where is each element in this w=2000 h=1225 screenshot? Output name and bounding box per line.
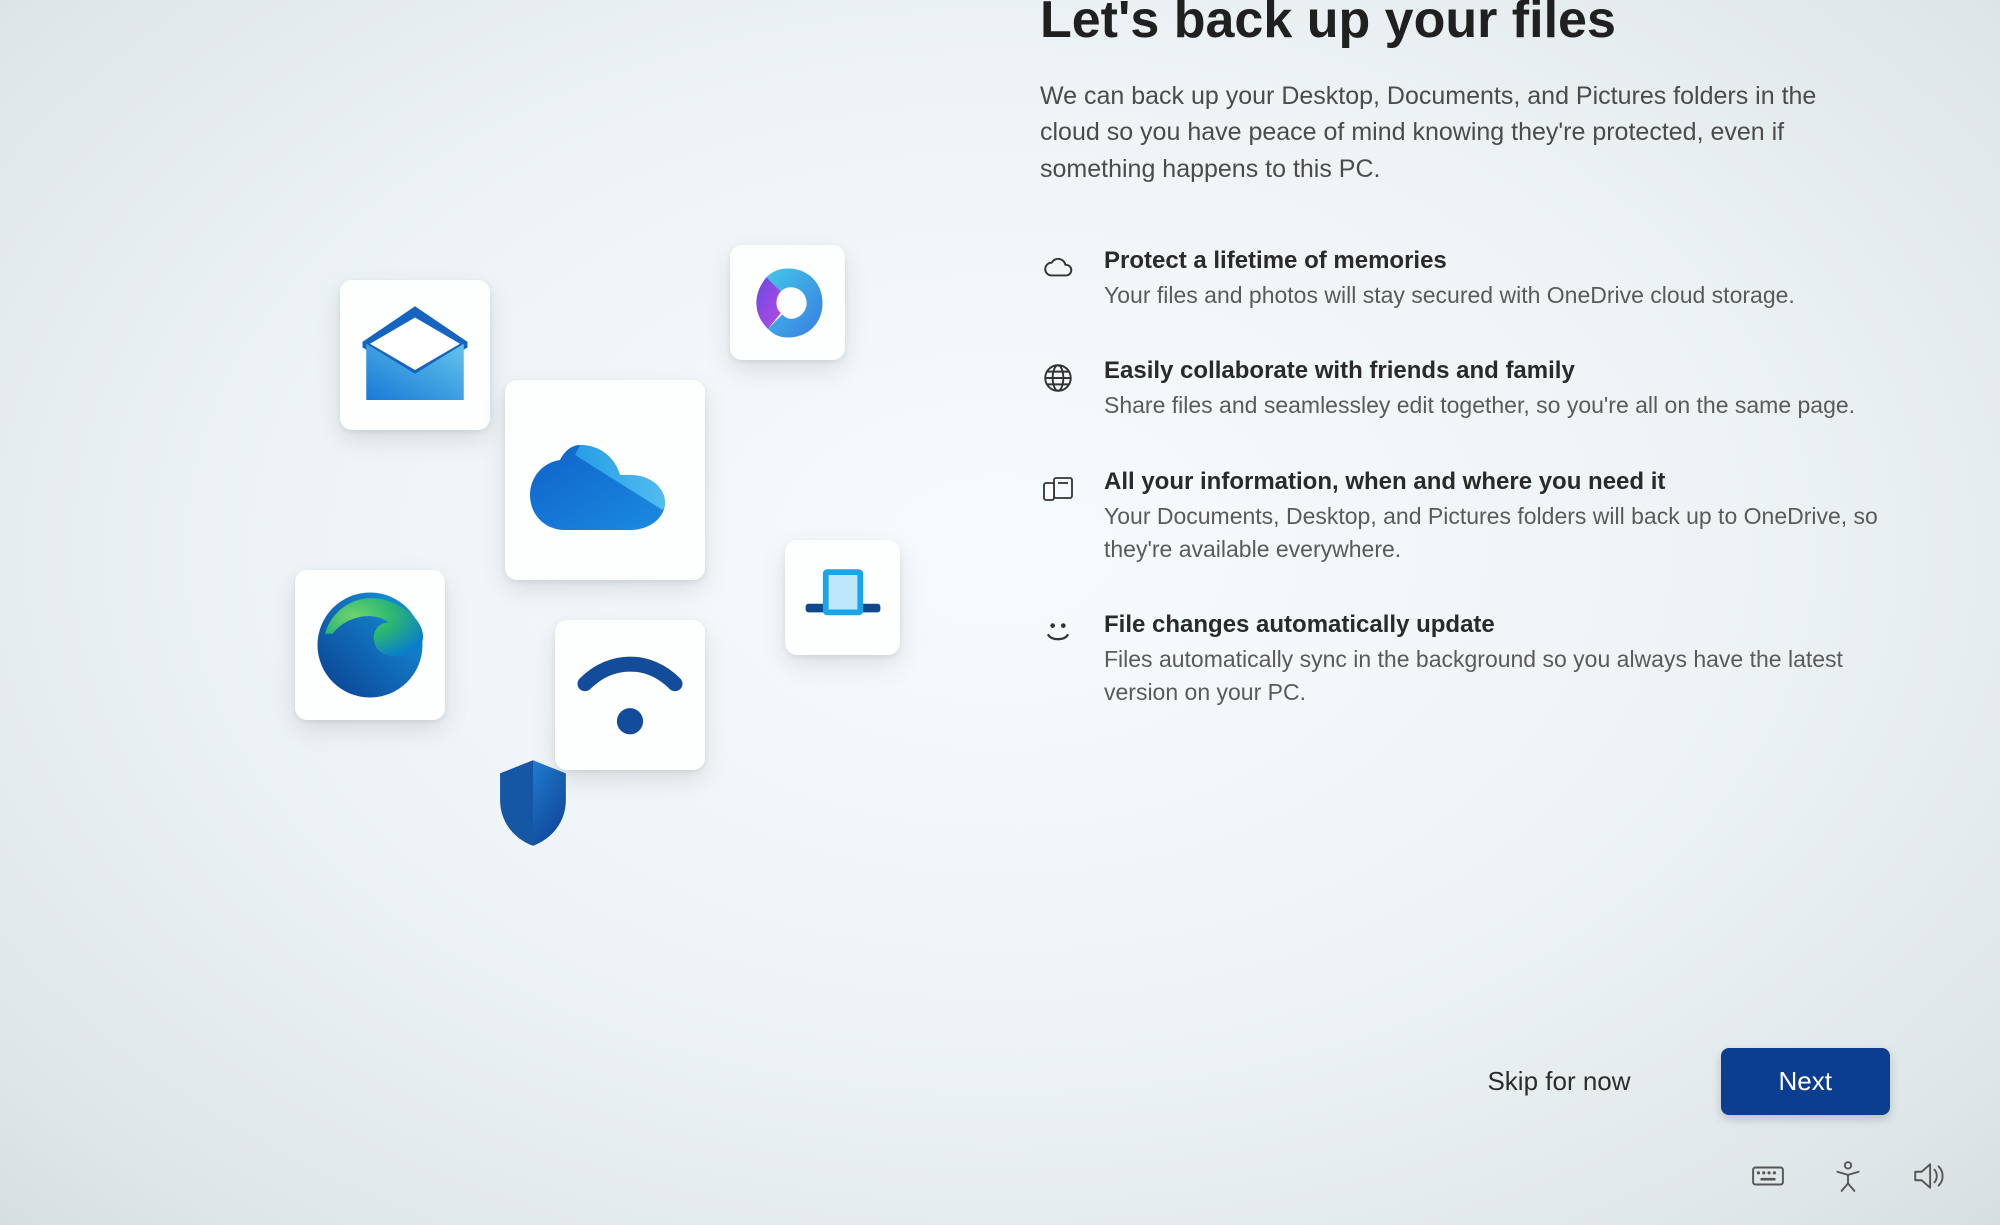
- accessibility-icon[interactable]: [1831, 1159, 1865, 1193]
- globe-icon: [1040, 361, 1076, 395]
- devices-icon: [1040, 472, 1076, 506]
- cloud-icon: [1040, 251, 1076, 285]
- feature-heading: Easily collaborate with friends and fami…: [1104, 357, 1855, 385]
- input-keyboard-icon[interactable]: [1751, 1159, 1785, 1193]
- feature-heading: All your information, when and where you…: [1104, 468, 1880, 496]
- action-bar: Skip for now Next: [1040, 1048, 1900, 1225]
- page-subtitle: We can back up your Desktop, Documents, …: [1040, 78, 1870, 187]
- feature-desc: Your files and photos will stay secured …: [1104, 279, 1795, 312]
- feature-item: Protect a lifetime of memories Your file…: [1040, 247, 1880, 312]
- feature-item: File changes automatically update Files …: [1040, 611, 1880, 708]
- mail-app-icon: [340, 280, 490, 430]
- feature-item: Easily collaborate with friends and fami…: [1040, 357, 1880, 422]
- feature-heading: Protect a lifetime of memories: [1104, 247, 1795, 275]
- skip-button[interactable]: Skip for now: [1487, 1066, 1630, 1097]
- office-app-icon: [730, 245, 845, 360]
- edge-app-icon: [295, 570, 445, 720]
- feature-desc: Your Documents, Desktop, and Pictures fo…: [1104, 500, 1880, 565]
- onedrive-app-icon: [505, 380, 705, 580]
- your-phone-app-icon: [785, 540, 900, 655]
- volume-icon[interactable]: [1911, 1159, 1945, 1193]
- next-button[interactable]: Next: [1721, 1048, 1890, 1115]
- page-title: Let's back up your files: [1040, 0, 1900, 50]
- oobe-illustration: [0, 0, 1000, 1225]
- feature-item: All your information, when and where you…: [1040, 468, 1880, 565]
- feature-desc: Share files and seamlessley edit togethe…: [1104, 389, 1855, 422]
- feature-heading: File changes automatically update: [1104, 611, 1880, 639]
- feature-desc: Files automatically sync in the backgrou…: [1104, 643, 1880, 708]
- system-tray: [1751, 1159, 1945, 1193]
- feature-list: Protect a lifetime of memories Your file…: [1040, 247, 1880, 709]
- smile-icon: [1040, 615, 1076, 649]
- wifi-icon: [555, 620, 705, 770]
